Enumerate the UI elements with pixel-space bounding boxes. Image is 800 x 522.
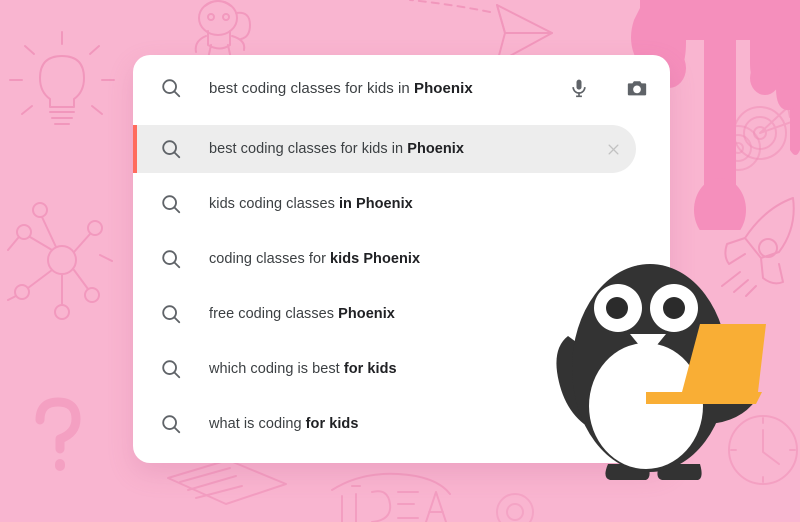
suggestion-text-bold: Phoenix [407, 141, 464, 157]
search-actions [568, 77, 648, 99]
camera-icon[interactable] [626, 77, 648, 99]
lightbulb-icon [9, 31, 115, 125]
search-query-bold: Phoenix [414, 79, 473, 97]
search-input-value: best coding classes for kids in Phoenix [209, 80, 473, 97]
suggestion-text: kids coding classes in Phoenix [209, 196, 413, 212]
search-icon [159, 357, 183, 381]
paper-plane-icon [409, 0, 553, 64]
suggestion-text-plain: kids coding classes [209, 196, 339, 212]
suggestion-text: coding classes for kids Phoenix [209, 251, 420, 267]
suggestion-text: which coding is best for kids [209, 361, 397, 377]
suggestion-text-bold: in Phoenix [338, 196, 413, 212]
network-node-icon [7, 202, 113, 320]
question-mark-icon [35, 397, 81, 471]
suggestion-text: best coding classes for kids in Phoenix [209, 141, 464, 157]
robot-icon [194, 0, 251, 60]
suggestion-row[interactable]: best coding classes for kids in Phoenix [133, 125, 636, 173]
search-input-row[interactable]: best coding classes for kids in Phoenix [133, 55, 670, 121]
suggestion-text-plain: coding classes for [209, 251, 331, 267]
search-icon [159, 192, 183, 216]
suggestion-text: free coding classes Phoenix [209, 306, 395, 322]
suggestion-text: what is coding for kids [209, 416, 358, 432]
suggestion-text-plain: what is coding [209, 416, 306, 432]
search-query-plain: best coding classes for kids in [209, 79, 415, 97]
search-icon [159, 247, 183, 271]
search-icon [159, 76, 183, 100]
suggestion-text-bold: for kids [305, 416, 359, 432]
microphone-icon[interactable] [568, 77, 590, 99]
gear-icon [496, 493, 534, 522]
idea-text-icon [331, 472, 451, 522]
suggestion-text-plain: which coding is best [209, 361, 344, 377]
close-icon[interactable] [604, 140, 622, 158]
search-icon [159, 302, 183, 326]
suggestion-text-plain: free coding classes [209, 306, 339, 322]
search-icon [159, 412, 183, 436]
suggestion-row[interactable]: kids coding classes in Phoenix [133, 180, 670, 228]
row-spacer [133, 173, 670, 180]
search-icon [159, 137, 183, 161]
suggestion-text-plain: best coding classes for kids in [209, 141, 408, 157]
row-spacer [133, 228, 670, 235]
suggestion-text-bold: Phoenix [338, 306, 395, 322]
suggestion-text-bold: kids Phoenix [330, 251, 421, 267]
penguin-mascot-illustration [520, 246, 800, 486]
suggestion-text-bold: for kids [343, 361, 397, 377]
